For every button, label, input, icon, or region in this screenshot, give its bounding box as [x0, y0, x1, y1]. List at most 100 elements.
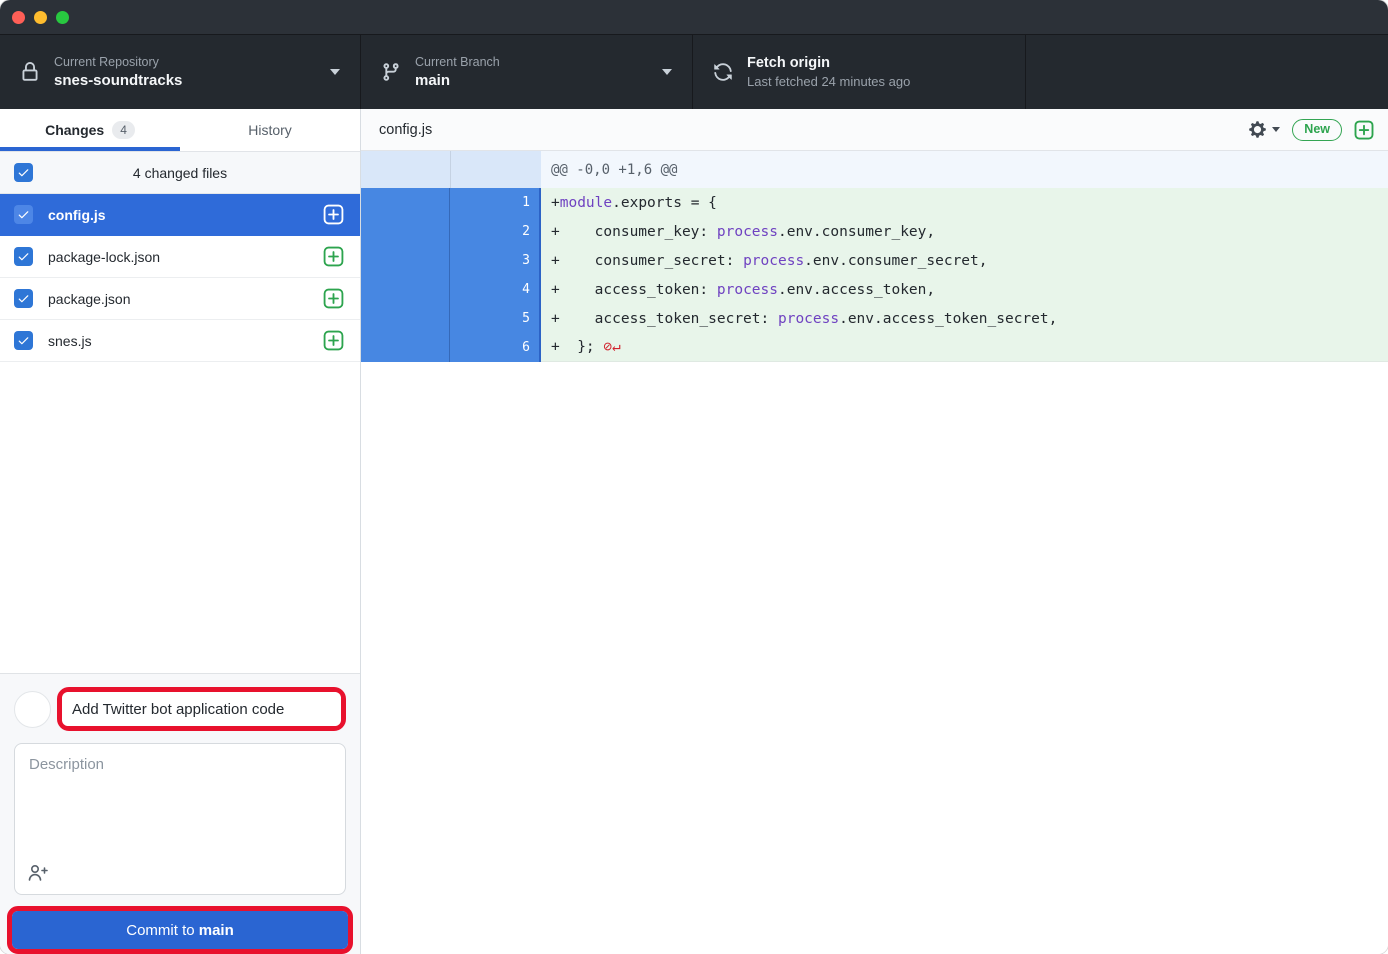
file-row[interactable]: config.js — [0, 194, 360, 236]
diff-line-gutter[interactable]: 2 — [361, 217, 541, 246]
tab-changes-label: Changes — [45, 122, 104, 138]
fetch-origin-button[interactable]: Fetch origin Last fetched 24 minutes ago — [693, 35, 1026, 109]
checkbox-check-icon — [17, 250, 30, 263]
sync-icon — [713, 62, 733, 82]
file-include-checkbox[interactable] — [14, 289, 33, 308]
diff-line-gutter[interactable]: 3 — [361, 246, 541, 275]
commit-button-branch: main — [199, 922, 234, 939]
diff-line-code: + }; ⊘↵ — [541, 333, 1388, 362]
commit-description-input[interactable] — [15, 744, 345, 856]
file-status-badge: New — [1292, 119, 1342, 141]
minimize-window-button[interactable] — [34, 11, 47, 24]
diff-line-code: + consumer_secret: process.env.consumer_… — [541, 246, 1388, 275]
branch-name: main — [415, 72, 652, 89]
tab-history-label: History — [248, 122, 292, 138]
repository-info: Current Repository snes-soundtracks — [54, 55, 320, 89]
branch-info: Current Branch main — [415, 55, 652, 89]
commit-summary-input[interactable] — [62, 692, 341, 726]
diff-line-code: + access_token_secret: process.env.acces… — [541, 304, 1388, 333]
file-row[interactable]: package-lock.json — [0, 236, 360, 278]
fetch-info: Fetch origin Last fetched 24 minutes ago — [747, 55, 1005, 89]
toolbar: Current Repository snes-soundtracks Curr… — [0, 35, 1388, 109]
new-line-number: 2 — [450, 217, 539, 246]
diff-line[interactable]: 4 + access_token: process.env.access_tok… — [361, 275, 1388, 304]
old-line-number — [361, 304, 450, 333]
diff-line-code: + consumer_key: process.env.consumer_key… — [541, 217, 1388, 246]
zoom-window-button[interactable] — [56, 11, 69, 24]
new-line-number: 1 — [450, 188, 539, 217]
file-row[interactable]: package.json — [0, 278, 360, 320]
diff-empty-space — [361, 362, 1388, 952]
app-window: Current Repository snes-soundtracks Curr… — [0, 0, 1388, 954]
new-line-number: 3 — [450, 246, 539, 275]
changed-files-list: config.js package-lock.json package.json… — [0, 194, 360, 362]
select-all-checkbox[interactable] — [14, 163, 33, 182]
file-list-empty-space — [0, 362, 360, 673]
close-window-button[interactable] — [12, 11, 25, 24]
chevron-down-icon — [1272, 127, 1280, 132]
old-line-number — [361, 246, 450, 275]
git-branch-icon — [381, 62, 401, 82]
branch-label: Current Branch — [415, 55, 652, 69]
file-name: package.json — [48, 291, 308, 307]
old-line-number — [361, 333, 450, 362]
diff-line-gutter[interactable]: 6 — [361, 333, 541, 362]
new-line-number: 4 — [450, 275, 539, 304]
avatar — [14, 691, 51, 728]
diff-line-gutter[interactable]: 5 — [361, 304, 541, 333]
changed-files-count: 4 changed files — [0, 165, 360, 181]
diff-line-gutter[interactable]: 4 — [361, 275, 541, 304]
sidebar-tabs: Changes 4 History — [0, 109, 360, 152]
file-name: package-lock.json — [48, 249, 308, 265]
changed-files-header: 4 changed files — [0, 152, 360, 194]
file-include-checkbox[interactable] — [14, 247, 33, 266]
new-line-number: 6 — [450, 333, 539, 362]
hunk-header-row[interactable]: @@ -0,0 +1,6 @@ — [361, 151, 1388, 188]
diff-line[interactable]: 2 + consumer_key: process.env.consumer_k… — [361, 217, 1388, 246]
file-include-checkbox[interactable] — [14, 331, 33, 350]
person-add-icon[interactable] — [27, 862, 49, 884]
diff-header: config.js New — [361, 109, 1388, 151]
lock-icon — [20, 62, 40, 82]
plus-square-icon — [1354, 120, 1374, 140]
tab-history[interactable]: History — [180, 109, 360, 151]
window-controls — [12, 11, 69, 24]
titlebar — [0, 0, 1388, 35]
fetch-subtitle: Last fetched 24 minutes ago — [747, 74, 1005, 89]
diff-line-gutter[interactable]: 1 — [361, 188, 541, 217]
fetch-title: Fetch origin — [747, 55, 1005, 71]
tab-changes[interactable]: Changes 4 — [0, 109, 180, 151]
old-line-number — [361, 217, 450, 246]
repository-name: snes-soundtracks — [54, 72, 320, 89]
diff-line-code: +module.exports = { — [541, 188, 1388, 217]
diff-line[interactable]: 5 + access_token_secret: process.env.acc… — [361, 304, 1388, 333]
commit-button[interactable]: Commit to main — [12, 911, 348, 949]
diff-view: @@ -0,0 +1,6 @@ 1 +module.exports = { 2 … — [361, 151, 1388, 954]
file-include-checkbox[interactable] — [14, 205, 33, 224]
old-line-number — [361, 188, 450, 217]
commit-description-box — [14, 743, 346, 895]
checkbox-check-icon — [17, 292, 30, 305]
hunk-gutter — [361, 151, 541, 188]
sidebar: Changes 4 History 4 changed files config… — [0, 109, 361, 954]
annotation-highlight-commit: Commit to main — [7, 906, 353, 954]
diff-pane: config.js New @@ -0,0 +1,6 @@ — [361, 109, 1388, 954]
diff-line[interactable]: 1 +module.exports = { — [361, 188, 1388, 217]
checkbox-check-icon — [17, 166, 30, 179]
checkbox-check-icon — [17, 334, 30, 347]
diff-line[interactable]: 6 + }; ⊘↵ — [361, 333, 1388, 362]
annotation-highlight-summary — [57, 687, 346, 731]
current-branch-selector[interactable]: Current Branch main — [361, 35, 693, 109]
current-repository-selector[interactable]: Current Repository snes-soundtracks — [0, 35, 361, 109]
file-name: snes.js — [48, 333, 308, 349]
added-status-icon — [323, 330, 344, 351]
checkbox-check-icon — [17, 208, 30, 221]
added-status-icon — [323, 246, 344, 267]
diff-line[interactable]: 3 + consumer_secret: process.env.consume… — [361, 246, 1388, 275]
chevron-down-icon — [662, 69, 672, 75]
added-status-icon — [323, 288, 344, 309]
diff-options-button[interactable] — [1248, 120, 1280, 139]
file-row[interactable]: snes.js — [0, 320, 360, 362]
toolbar-empty-area — [1026, 35, 1388, 109]
gear-icon — [1248, 120, 1267, 139]
